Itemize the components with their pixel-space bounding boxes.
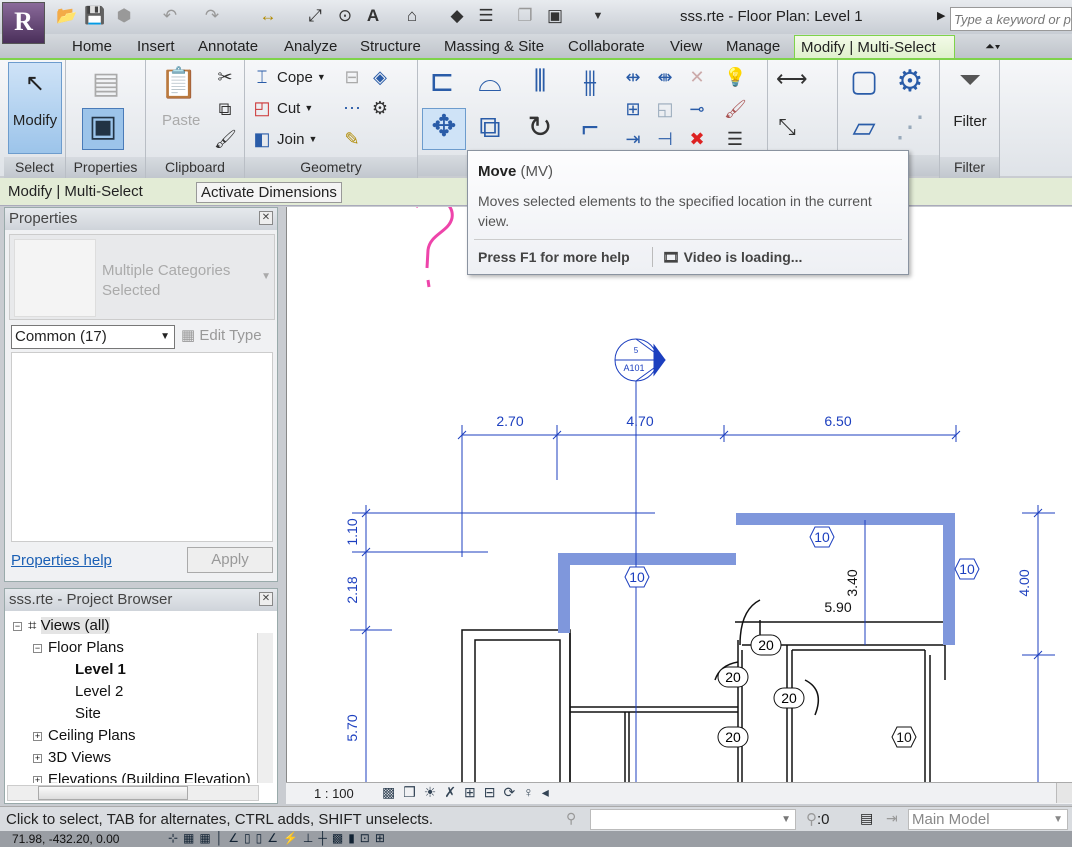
svg-text:20: 20 (725, 729, 741, 745)
revit-logo: R (14, 7, 33, 36)
dim-text: 5.70 (344, 714, 360, 741)
section-sheet: A101 (623, 363, 644, 373)
window-tag: 10 (954, 558, 980, 580)
dim-text: 3.40 (844, 569, 860, 596)
tooltip-title: Move (478, 163, 517, 180)
properties-panel-label: Properties (66, 157, 145, 178)
dim-text: 2.70 (496, 413, 523, 429)
window-tag: 10 (809, 526, 835, 548)
door-tag: 20 (773, 687, 805, 709)
svg-text:10: 10 (959, 561, 975, 577)
svg-text:10: 10 (896, 729, 912, 745)
svg-text:20: 20 (725, 669, 741, 685)
svg-text:10: 10 (814, 529, 830, 545)
window-tag: 10 (891, 726, 917, 748)
question-mark-annotation (416, 207, 454, 288)
door-tag: 20 (750, 634, 782, 656)
move-tooltip: Move (MV) Moves selected elements to the… (467, 150, 909, 275)
dim-text: 5.90 (824, 599, 851, 615)
svg-text:20: 20 (781, 690, 797, 706)
dim-text: 1.10 (344, 518, 360, 545)
tooltip-help: Press F1 for more help (478, 249, 630, 265)
dim-text: 2.18 (344, 576, 360, 603)
door-tag: 20 (717, 666, 749, 688)
video-icon: 🎞 (662, 249, 680, 265)
window-tag: 10 (624, 566, 650, 588)
application-menu-button[interactable]: R (2, 2, 45, 44)
floor-plan-drawing: 5 A101 2.70 4.70 6.50 1.10 2.18 5.70 4.0… (344, 207, 1055, 782)
tooltip-shortcut: (MV) (520, 163, 554, 180)
dim-text: 4.00 (1016, 569, 1032, 596)
tooltip-description: Moves selected elements to the specified… (478, 193, 872, 229)
svg-text:20: 20 (758, 637, 774, 653)
walls (461, 599, 946, 782)
section-marker: 5 A101 (614, 338, 666, 382)
door-tag: 20 (717, 726, 749, 748)
clipboard-panel-label: Clipboard (146, 157, 244, 178)
svg-text:10: 10 (629, 569, 645, 585)
section-number: 5 (634, 346, 639, 355)
geometry-panel-label: Geometry (245, 157, 417, 178)
dim-text: 6.50 (824, 413, 851, 429)
filter-panel-label: Filter (940, 157, 999, 178)
selected-walls (558, 513, 955, 645)
select-panel-label: Select (4, 157, 65, 178)
tooltip-video: Video is loading... (683, 249, 803, 265)
dim-text: 4.70 (626, 413, 653, 429)
